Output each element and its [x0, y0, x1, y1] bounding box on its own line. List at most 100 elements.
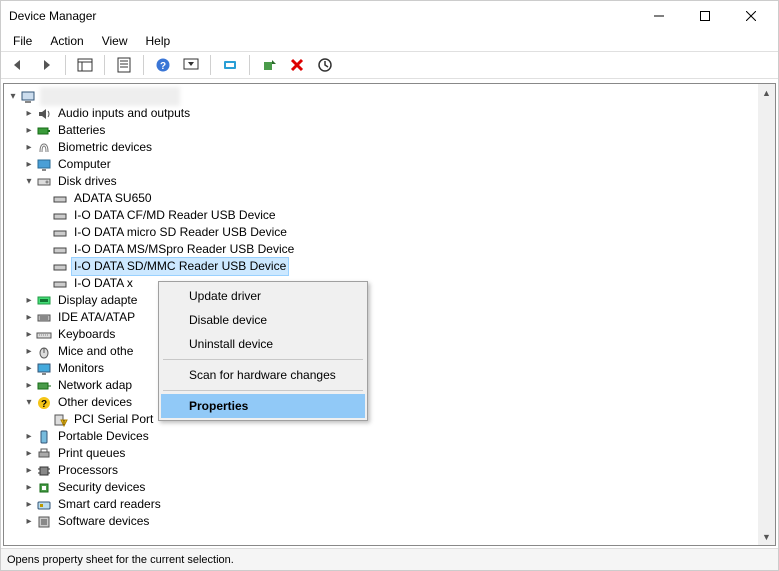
properties-button[interactable]: [113, 54, 135, 76]
uninstall-device-button[interactable]: [286, 54, 308, 76]
speaker-icon: [36, 106, 52, 122]
tree-node-pci-serial[interactable]: ! PCI Serial Port: [6, 411, 773, 428]
portable-device-icon: [36, 429, 52, 445]
scroll-track[interactable]: [758, 101, 775, 528]
scan-hardware-button[interactable]: [219, 54, 241, 76]
tree-node-display-adapters[interactable]: ▸ Display adapte: [6, 292, 773, 309]
tree-node-disk-item[interactable]: I-O DATA x: [6, 275, 773, 292]
expand-icon[interactable]: ▸: [22, 124, 36, 138]
expand-icon[interactable]: ▸: [22, 430, 36, 444]
expand-icon[interactable]: ▸: [22, 481, 36, 495]
collapse-icon[interactable]: ▾: [22, 175, 36, 189]
tree-node-batteries[interactable]: ▸ Batteries: [6, 122, 773, 139]
context-menu-disable-device[interactable]: Disable device: [161, 308, 365, 332]
expand-icon[interactable]: ▸: [22, 379, 36, 393]
disk-icon: [52, 225, 68, 241]
smartcard-icon: [36, 497, 52, 513]
expand-icon[interactable]: ▸: [22, 107, 36, 121]
tree-node-smartcard[interactable]: ▸ Smart card readers: [6, 496, 773, 513]
expand-icon[interactable]: ▸: [22, 345, 36, 359]
context-menu-update-driver[interactable]: Update driver: [161, 284, 365, 308]
title-bar: Device Manager: [1, 1, 778, 31]
expand-icon[interactable]: ▸: [22, 464, 36, 478]
tree-root-computer[interactable]: ▾ (this computer): [6, 88, 773, 105]
maximize-button[interactable]: [682, 1, 728, 31]
expand-icon[interactable]: ▸: [22, 158, 36, 172]
context-menu-properties[interactable]: Properties: [161, 394, 365, 418]
tree-label: I-O DATA CF/MD Reader USB Device: [72, 207, 278, 224]
device-tree[interactable]: ▾ (this computer) ▸ Audio inputs and out…: [4, 84, 775, 545]
computer-icon: [20, 89, 36, 105]
tree-label: Computer: [56, 156, 113, 173]
tree-node-biometric[interactable]: ▸ Biometric devices: [6, 139, 773, 156]
help-button[interactable]: ?: [152, 54, 174, 76]
unknown-device-icon: ?: [36, 395, 52, 411]
tree-node-mice[interactable]: ▸ Mice and othe: [6, 343, 773, 360]
ide-controller-icon: [36, 310, 52, 326]
forward-button[interactable]: [35, 54, 57, 76]
tree-node-audio[interactable]: ▸ Audio inputs and outputs: [6, 105, 773, 122]
show-hide-console-button[interactable]: [74, 54, 96, 76]
tree-label: Other devices: [56, 394, 134, 411]
tree-node-disk-item-selected[interactable]: I-O DATA SD/MMC Reader USB Device: [6, 258, 773, 275]
menu-help[interactable]: Help: [138, 32, 179, 50]
disk-icon: [52, 208, 68, 224]
expand-icon[interactable]: ▸: [22, 447, 36, 461]
tree-label: Network adap: [56, 377, 134, 394]
enable-device-button[interactable]: [258, 54, 280, 76]
action-dropdown-button[interactable]: [180, 54, 202, 76]
tree-label: I-O DATA SD/MMC Reader USB Device: [72, 258, 288, 275]
tree-label: ADATA SU650: [72, 190, 154, 207]
tree-node-print-queues[interactable]: ▸ Print queues: [6, 445, 773, 462]
tree-node-software-devices[interactable]: ▸ Software devices: [6, 513, 773, 530]
disk-icon: [52, 242, 68, 258]
expand-icon[interactable]: ▸: [22, 498, 36, 512]
context-menu-uninstall-device[interactable]: Uninstall device: [161, 332, 365, 356]
context-menu-scan-hardware[interactable]: Scan for hardware changes: [161, 363, 365, 387]
toolbar-separator: [65, 55, 66, 75]
expand-icon[interactable]: ▸: [22, 328, 36, 342]
context-menu-separator: [163, 359, 363, 360]
tree-node-portable-devices[interactable]: ▸ Portable Devices: [6, 428, 773, 445]
tree-label: Monitors: [56, 360, 106, 377]
menu-action[interactable]: Action: [42, 32, 91, 50]
tree-node-processors[interactable]: ▸ Processors: [6, 462, 773, 479]
tree-node-disk-item[interactable]: I-O DATA CF/MD Reader USB Device: [6, 207, 773, 224]
tree-node-disk-item[interactable]: I-O DATA MS/MSpro Reader USB Device: [6, 241, 773, 258]
back-button[interactable]: [7, 54, 29, 76]
tree-node-computer[interactable]: ▸ Computer: [6, 156, 773, 173]
minimize-button[interactable]: [636, 1, 682, 31]
expand-icon[interactable]: ▸: [22, 311, 36, 325]
expand-icon[interactable]: ▸: [22, 294, 36, 308]
tree-label: Audio inputs and outputs: [56, 105, 192, 122]
fingerprint-icon: [36, 140, 52, 156]
window-title: Device Manager: [9, 9, 96, 23]
tree-label: IDE ATA/ATAP: [56, 309, 137, 326]
menu-view[interactable]: View: [94, 32, 136, 50]
tree-node-security-devices[interactable]: ▸ Security devices: [6, 479, 773, 496]
tree-node-other-devices[interactable]: ▾ ? Other devices: [6, 394, 773, 411]
expand-icon[interactable]: ▾: [6, 90, 20, 104]
scroll-up-icon[interactable]: ▲: [758, 84, 775, 101]
device-tree-pane: ▾ (this computer) ▸ Audio inputs and out…: [3, 83, 776, 546]
vertical-scrollbar[interactable]: ▲ ▼: [758, 84, 775, 545]
expand-icon[interactable]: ▸: [22, 515, 36, 529]
tree-node-ide-ata[interactable]: ▸ IDE ATA/ATAP: [6, 309, 773, 326]
expand-icon[interactable]: ▸: [22, 141, 36, 155]
expand-icon[interactable]: ▸: [22, 362, 36, 376]
tree-node-disk-item[interactable]: I-O DATA micro SD Reader USB Device: [6, 224, 773, 241]
tree-node-keyboards[interactable]: ▸ Keyboards: [6, 326, 773, 343]
display-adapter-icon: [36, 293, 52, 309]
collapse-icon[interactable]: ▾: [22, 396, 36, 410]
close-button[interactable]: [728, 1, 774, 31]
tree-node-disk-drives[interactable]: ▾ Disk drives: [6, 173, 773, 190]
mouse-icon: [36, 344, 52, 360]
tree-node-monitors[interactable]: ▸ Monitors: [6, 360, 773, 377]
toolbar-separator: [104, 55, 105, 75]
scroll-down-icon[interactable]: ▼: [758, 528, 775, 545]
tree-label: Print queues: [56, 445, 127, 462]
tree-node-disk-item[interactable]: ADATA SU650: [6, 190, 773, 207]
tree-node-network[interactable]: ▸ Network adap: [6, 377, 773, 394]
menu-file[interactable]: File: [5, 32, 40, 50]
update-driver-button[interactable]: [314, 54, 336, 76]
